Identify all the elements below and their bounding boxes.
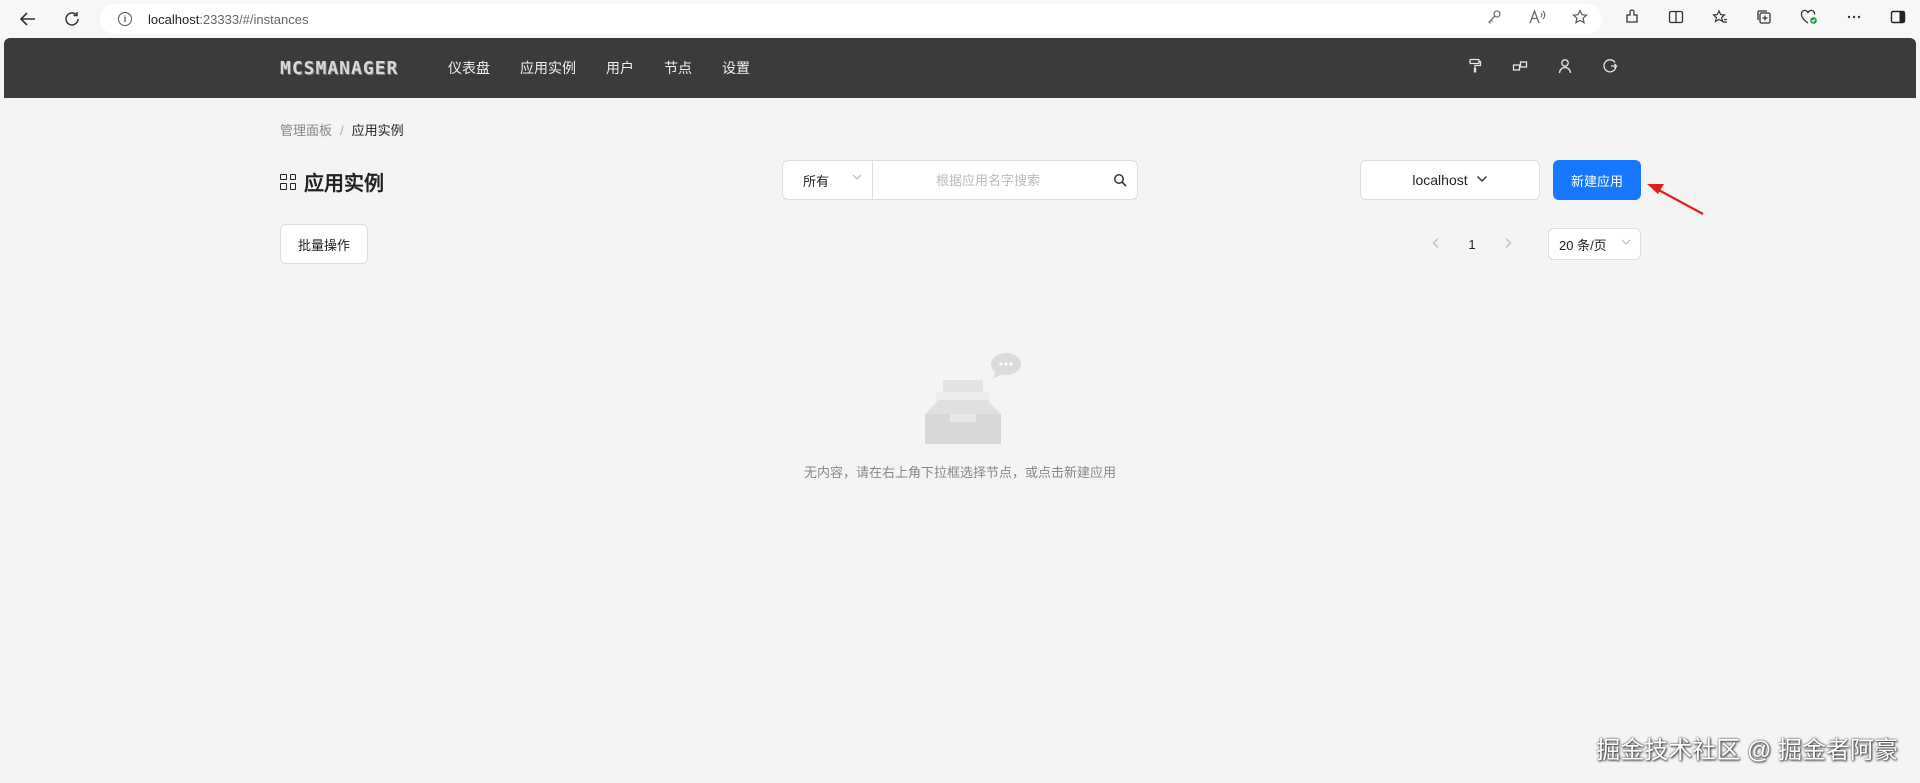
page-title-text: 应用实例 (304, 173, 384, 195)
empty-inbox-icon (925, 353, 1021, 444)
page-size-value: 20 条/页 (1559, 237, 1607, 253)
favorite-star-icon[interactable] (1572, 9, 1588, 29)
key-icon[interactable] (1486, 9, 1502, 29)
status-filter-select[interactable]: 所有 (783, 161, 873, 199)
empty-state-text: 无内容，请在右上角下拉框选择节点，或点击新建应用 (803, 465, 1116, 480)
nav-item-users[interactable]: 用户 (606, 58, 634, 78)
layout-icon[interactable] (1512, 58, 1528, 78)
more-options-icon[interactable] (1846, 9, 1862, 30)
browser-essentials-icon[interactable] (1800, 9, 1818, 30)
read-aloud-icon[interactable] (1528, 9, 1546, 29)
search-icon[interactable] (1103, 161, 1137, 199)
search-group: 所有 (782, 160, 1138, 200)
chevron-down-icon (1476, 173, 1488, 188)
nav-item-instances[interactable]: 应用实例 (520, 58, 576, 78)
breadcrumb: 管理面板 / 应用实例 (280, 120, 404, 139)
chevron-down-icon (852, 172, 862, 185)
favorites-icon[interactable] (1712, 9, 1728, 30)
page-number[interactable]: 1 (1452, 237, 1492, 252)
address-bar[interactable]: i localhost:23333/#/instances (100, 4, 1602, 34)
app-header: MCSMANAGER 仪表盘 应用实例 用户 节点 设置 (4, 38, 1916, 98)
logo[interactable]: MCSMANAGER (280, 58, 398, 79)
page-title: 应用实例 (280, 167, 384, 196)
extensions-icon[interactable] (1624, 8, 1640, 30)
node-select[interactable]: localhost (1360, 160, 1540, 200)
url-text[interactable]: localhost:23333/#/instances (148, 12, 308, 27)
reload-icon[interactable] (58, 5, 86, 33)
create-instance-button[interactable]: 新建应用 (1553, 160, 1641, 200)
chevron-left-icon[interactable] (1420, 236, 1452, 252)
chevron-right-icon[interactable] (1492, 236, 1524, 252)
user-icon[interactable] (1558, 58, 1572, 78)
back-arrow-icon[interactable] (14, 5, 42, 33)
info-icon[interactable]: i (118, 12, 132, 26)
page-size-select[interactable]: 20 条/页 (1548, 228, 1641, 260)
batch-operation-button[interactable]: 批量操作 (280, 224, 368, 264)
watermark: 掘金技术社区 @ 掘金者阿豪 (1596, 737, 1898, 764)
nav-item-nodes[interactable]: 节点 (664, 58, 692, 78)
paint-roller-icon[interactable] (1468, 58, 1482, 78)
node-select-value: localhost (1412, 172, 1468, 188)
main-nav: 仪表盘 应用实例 用户 节点 设置 (448, 38, 750, 98)
nav-item-settings[interactable]: 设置 (722, 58, 750, 78)
sidebar-toggle-icon[interactable] (1890, 9, 1906, 30)
breadcrumb-root[interactable]: 管理面板 (280, 123, 332, 138)
breadcrumb-current: 应用实例 (351, 123, 404, 138)
annotation-arrow (1647, 184, 1704, 215)
split-screen-icon[interactable] (1668, 9, 1684, 30)
breadcrumb-separator: / (340, 123, 344, 138)
url-path: :23333/#/instances (199, 11, 309, 27)
app-grid-icon (280, 173, 296, 190)
pagination: 1 (1420, 227, 1524, 261)
collections-icon[interactable] (1756, 9, 1772, 30)
browser-toolbar: i localhost:23333/#/instances (0, 0, 1920, 38)
chevron-down-icon (1621, 237, 1631, 250)
url-host: localhost (148, 11, 200, 27)
status-filter-value: 所有 (803, 173, 830, 189)
search-input[interactable] (873, 161, 1103, 199)
nav-item-dashboard[interactable]: 仪表盘 (448, 58, 490, 78)
logout-icon[interactable] (1602, 58, 1618, 78)
